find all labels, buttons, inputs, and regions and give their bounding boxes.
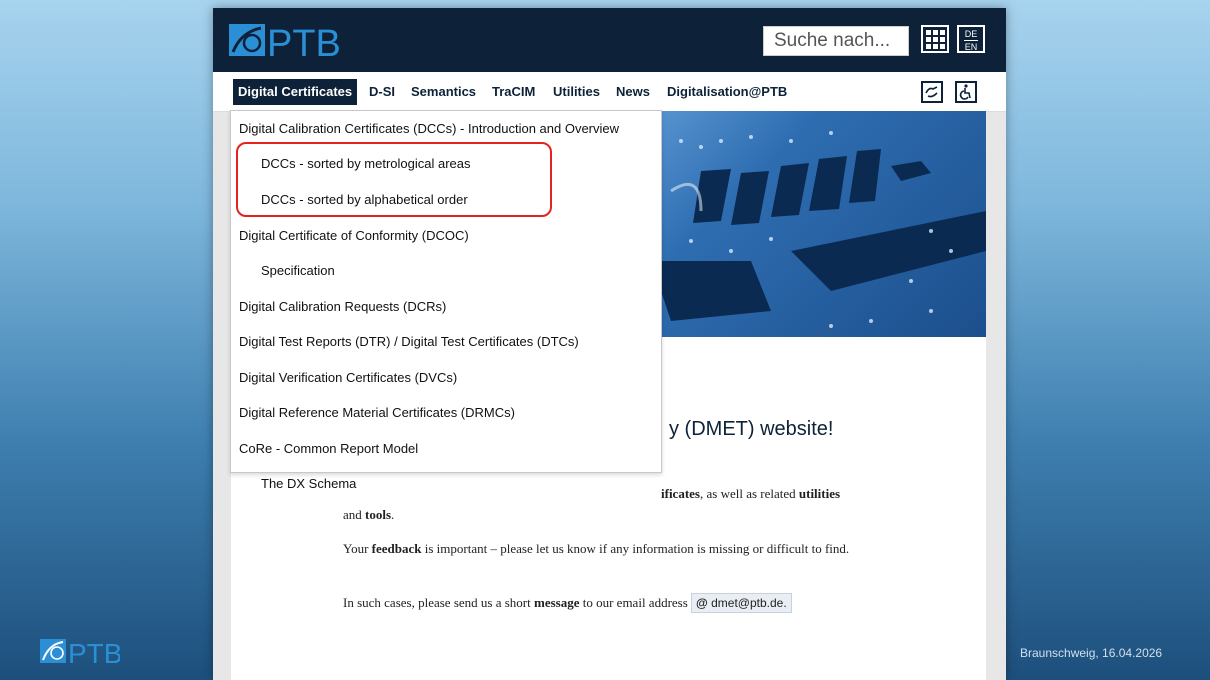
- site-header: PTB Suche nach... DE EN: [213, 8, 1006, 72]
- ptb-slide-logo: PTB: [40, 636, 122, 671]
- nav-utilities[interactable]: Utilities: [548, 79, 605, 105]
- footer-date: Braunschweig, 16.04.2026: [1020, 646, 1163, 660]
- menu-item-specification[interactable]: Specification: [261, 263, 335, 278]
- menu-item-dtr-dtc[interactable]: Digital Test Reports (DTR) / Digital Tes…: [239, 334, 579, 349]
- nav-d-si[interactable]: D-SI: [364, 79, 400, 105]
- nav-digital-certificates[interactable]: Digital Certificates: [233, 79, 358, 105]
- sign-language-icon[interactable]: [921, 81, 943, 103]
- menu-item-dx-schema[interactable]: The DX Schema: [261, 476, 356, 491]
- contact-paragraph: In such cases, please send us a short me…: [343, 592, 883, 613]
- nav-news[interactable]: News: [611, 79, 655, 105]
- accessibility-icon[interactable]: [955, 81, 977, 103]
- svg-text:PTB: PTB: [267, 23, 339, 60]
- intro-paragraph: ificates, as well as related utilities a…: [343, 486, 841, 522]
- menu-item-dcc-intro[interactable]: Digital Calibration Certificates (DCCs) …: [239, 121, 619, 136]
- ptb-logo[interactable]: PTB: [229, 20, 341, 65]
- menu-item-dcoc[interactable]: Digital Certificate of Conformity (DCOC): [239, 228, 469, 243]
- lang-de: DE: [964, 29, 978, 39]
- menu-item-dcr[interactable]: Digital Calibration Requests (DCRs): [239, 299, 446, 314]
- apps-grid-icon[interactable]: [921, 25, 949, 53]
- welcome-heading-fragment: y (DMET) website!: [669, 418, 834, 440]
- nav-tracim[interactable]: TraCIM: [487, 79, 540, 105]
- menu-item-drmc[interactable]: Digital Reference Material Certificates …: [239, 405, 515, 420]
- language-switch-button[interactable]: DE EN: [957, 25, 985, 53]
- feedback-paragraph: Your feedback is important – please let …: [343, 541, 850, 556]
- nav-digitalisation[interactable]: Digitalisation@PTB: [662, 79, 792, 105]
- search-input[interactable]: Suche nach...: [763, 26, 909, 56]
- nav-semantics[interactable]: Semantics: [406, 79, 481, 105]
- email-link[interactable]: @ dmet@ptb.de.: [691, 593, 792, 613]
- menu-item-core[interactable]: CoRe - Common Report Model: [239, 441, 418, 456]
- menu-item-dvc[interactable]: Digital Verification Certificates (DVCs): [239, 370, 457, 385]
- lang-en: EN: [964, 42, 978, 52]
- red-highlight-box: [236, 142, 552, 217]
- main-nav: Digital Certificates D-SI Semantics TraC…: [213, 72, 1006, 112]
- svg-text:PTB: PTB: [68, 638, 120, 666]
- at-icon: @: [696, 596, 708, 610]
